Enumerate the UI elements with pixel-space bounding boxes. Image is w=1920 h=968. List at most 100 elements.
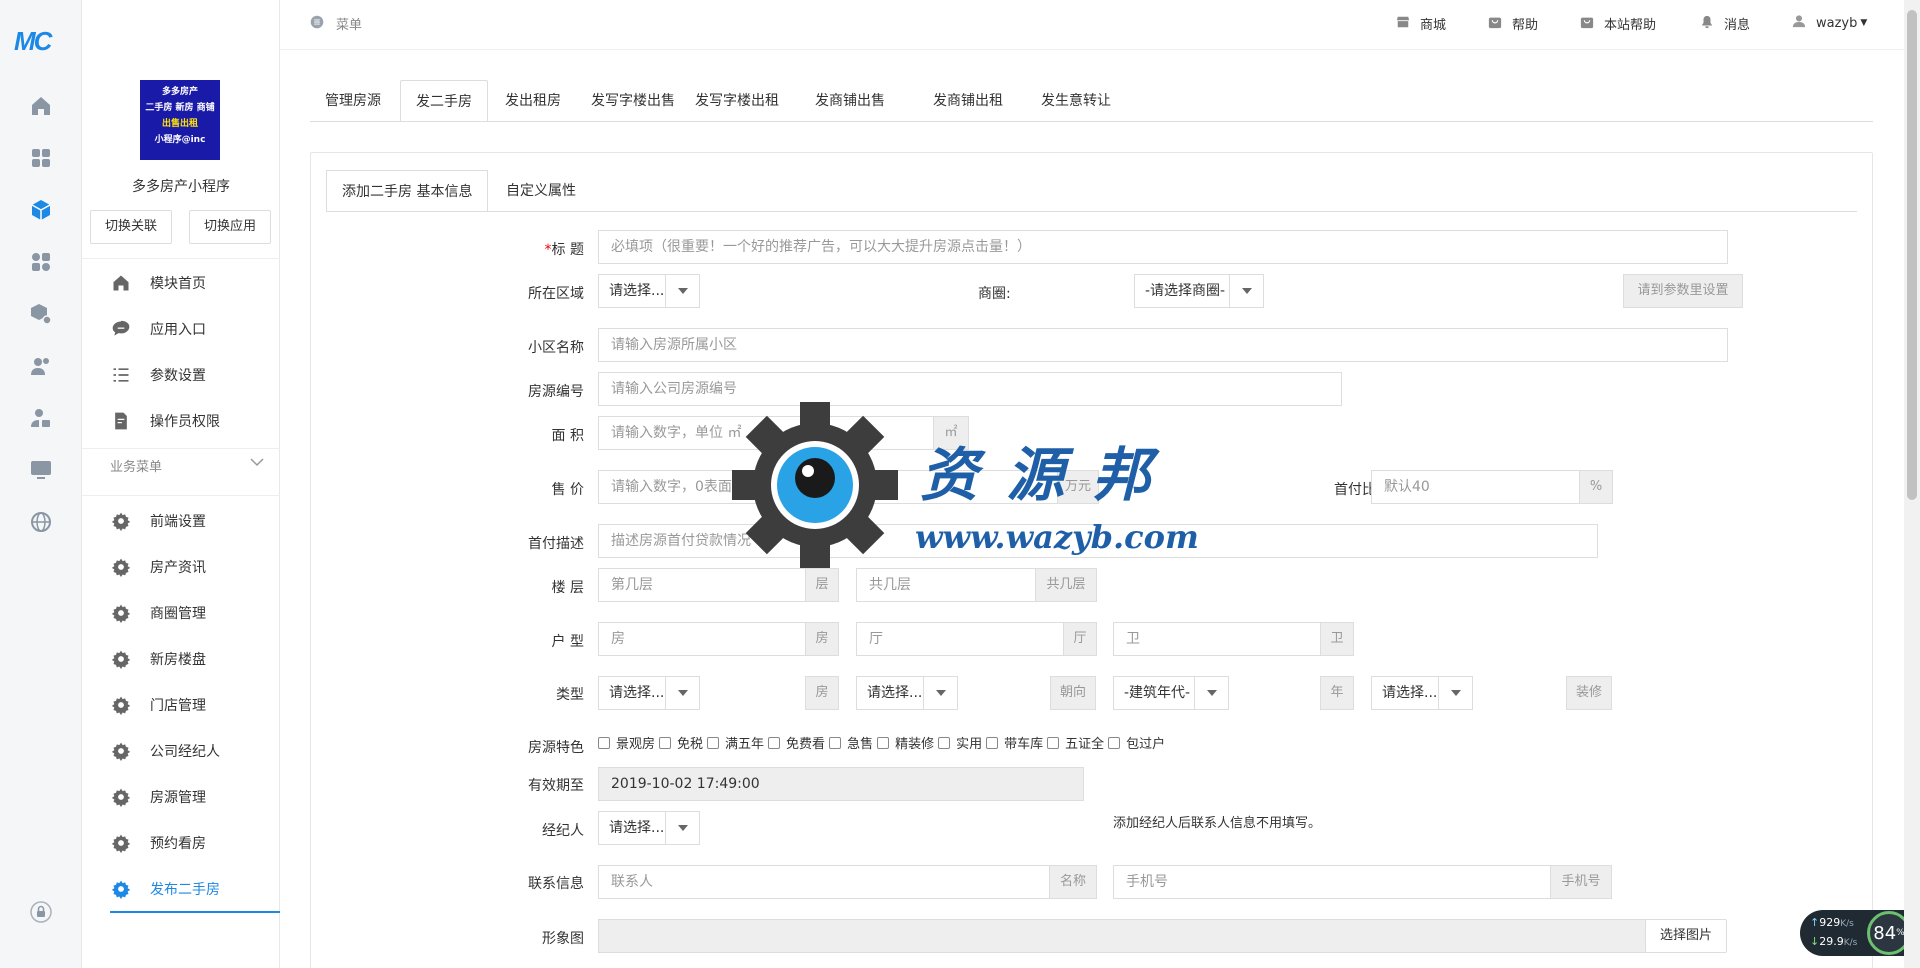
tab-2[interactable]: 发出租房 [490, 80, 576, 122]
sidebar-item-business[interactable]: 商圈管理 [110, 590, 280, 636]
expire-label: 有效期至 [528, 778, 584, 794]
feature-checkbox[interactable]: 精装修 [877, 733, 934, 752]
down-payment-input[interactable]: 默认40 [1371, 470, 1580, 504]
circle-settings-button[interactable]: 请到参数里设置 [1623, 274, 1743, 308]
tab-0[interactable]: 管理房源 [310, 80, 396, 122]
community-label: 小区名称 [528, 340, 584, 356]
orientation-unit: 朝向 [1050, 676, 1096, 710]
menu-toggle[interactable]: 菜单 [310, 14, 362, 33]
store-link[interactable]: 商城 [1396, 14, 1446, 33]
page-scrollbar[interactable] [1904, 0, 1920, 968]
sidebar-item-app-entry[interactable]: 应用入口 [110, 306, 280, 352]
feature-checkbox[interactable]: 急售 [829, 733, 873, 752]
lock-icon[interactable] [24, 895, 58, 929]
floor-input[interactable]: 第几层 [598, 568, 806, 602]
tab-6[interactable]: 发商铺出租 [918, 80, 1018, 122]
checkbox-box[interactable] [938, 736, 951, 749]
tab-5[interactable]: 发商铺出售 [800, 80, 900, 122]
switch-link-button[interactable]: 切换关联 [90, 210, 172, 244]
build-year-select[interactable]: -建筑年代- [1113, 676, 1229, 710]
type-select[interactable]: 请选择... [598, 676, 700, 710]
tab-3[interactable]: 发写字楼出售 [576, 80, 690, 122]
expire-input[interactable]: 2019-10-02 17:49:00 [598, 767, 1084, 801]
room-input[interactable]: 房 [598, 622, 806, 656]
globe-icon[interactable] [24, 505, 58, 539]
home-icon[interactable] [24, 89, 58, 123]
image-path-input[interactable] [598, 919, 1646, 953]
monitor-icon[interactable] [24, 453, 58, 487]
messages-link[interactable]: 消息 [1700, 14, 1750, 33]
decoration-select[interactable]: 请选择... [1371, 676, 1473, 710]
help-link[interactable]: 帮助 [1488, 14, 1538, 33]
switch-app-button[interactable]: 切换应用 [189, 210, 271, 244]
agent-select[interactable]: 请选择... [598, 811, 700, 845]
code-label: 房源编号 [528, 384, 584, 400]
floor-label: 楼 层 [551, 580, 584, 596]
gear-icon [110, 602, 132, 624]
checkbox-box[interactable] [659, 736, 672, 749]
checkbox-box[interactable] [877, 736, 890, 749]
tab-7[interactable]: 发生意转让 [1026, 80, 1126, 122]
sidebar-item-business[interactable]: 前端设置 [110, 498, 280, 544]
feature-checkbox[interactable]: 免费看 [768, 733, 825, 752]
feature-checkbox[interactable]: 免税 [659, 733, 703, 752]
tab-divider [310, 121, 1873, 122]
choose-image-button[interactable]: 选择图片 [1645, 919, 1727, 953]
area-select[interactable]: 请选择... [598, 274, 700, 308]
scrollbar-thumb[interactable] [1907, 10, 1917, 500]
subtab-divider [326, 211, 1857, 212]
grid-icon[interactable] [24, 141, 58, 175]
build-year-unit: 年 [1320, 676, 1354, 710]
sidebar-item-params[interactable]: 参数设置 [110, 352, 280, 398]
site-help-link[interactable]: 本站帮助 [1580, 14, 1656, 33]
sidebar-item-business[interactable]: 房源管理 [110, 774, 280, 820]
tab-4[interactable]: 发写字楼出租 [680, 80, 794, 122]
logo[interactable]: MC [14, 26, 52, 57]
cube-icon[interactable] [24, 193, 58, 227]
title-input[interactable]: 必填项（很重要！一个好的推荐广告，可以大大提升房源点击量！） [598, 230, 1728, 264]
circle-select[interactable]: -请选择商圈- [1134, 274, 1264, 308]
orientation-select[interactable]: 请选择... [856, 676, 958, 710]
sidebar-item-permissions[interactable]: 操作员权限 [110, 398, 280, 444]
network-speed-widget[interactable]: ↑929K/s ↓29.9K/s 84% [1800, 910, 1915, 956]
sidebar-item-business[interactable]: 公司经纪人 [110, 728, 280, 774]
feature-checkbox[interactable]: 实用 [938, 733, 982, 752]
phone-input[interactable]: 手机号 [1113, 865, 1551, 899]
user-lock-icon[interactable] [24, 401, 58, 435]
checkbox-box[interactable] [1108, 736, 1121, 749]
sidebar-item-business[interactable]: 房产资讯 [110, 544, 280, 590]
checkbox-box[interactable] [707, 736, 720, 749]
sidebar-item-business[interactable]: 预约看房 [110, 820, 280, 866]
bath-input[interactable]: 卫 [1113, 622, 1321, 656]
feature-checkbox[interactable]: 带车库 [986, 733, 1043, 752]
tab-1[interactable]: 发二手房 [400, 80, 488, 122]
contact-input[interactable]: 联系人 [598, 865, 1050, 899]
subtab-basic-info[interactable]: 添加二手房 基本信息 [326, 170, 489, 212]
users-icon[interactable] [24, 349, 58, 383]
checkbox-box[interactable] [829, 736, 842, 749]
subtab-custom-attrs[interactable]: 自定义属性 [491, 170, 591, 212]
top-header: 菜单 商城 帮助 本站帮助 消息 wazyb ▼ [280, 0, 1920, 50]
checkbox-box[interactable] [598, 736, 610, 749]
phone-unit: 手机号 [1550, 865, 1612, 899]
feature-checkbox[interactable]: 满五年 [707, 733, 764, 752]
feature-checkbox[interactable]: 五证全 [1047, 733, 1104, 752]
user-menu[interactable]: wazyb ▼ [1792, 14, 1867, 32]
checkbox-box[interactable] [986, 736, 999, 749]
hall-input[interactable]: 厅 [856, 622, 1064, 656]
apps-icon[interactable] [24, 245, 58, 279]
sidebar-item-business[interactable]: 门店管理 [110, 682, 280, 728]
feature-checkbox[interactable]: 包过户 [1108, 733, 1165, 752]
business-menu-header[interactable]: 业务菜单 [110, 456, 270, 475]
sidebar-item-business[interactable]: 新房楼盘 [110, 636, 280, 682]
box-settings-icon[interactable] [24, 297, 58, 331]
feature-checkbox[interactable]: 景观房 [598, 733, 655, 752]
total-floor-input[interactable]: 共几层 [856, 568, 1036, 602]
caret-down-icon [665, 275, 699, 307]
checkbox-box[interactable] [1047, 736, 1060, 749]
sidebar-item-module-home[interactable]: 模块首页 [110, 260, 280, 306]
community-input[interactable]: 请输入房源所属小区 [598, 328, 1728, 362]
sidebar-item-business[interactable]: 发布二手房 [110, 866, 280, 912]
checkbox-box[interactable] [768, 736, 781, 749]
image-label: 形象图 [542, 931, 584, 947]
